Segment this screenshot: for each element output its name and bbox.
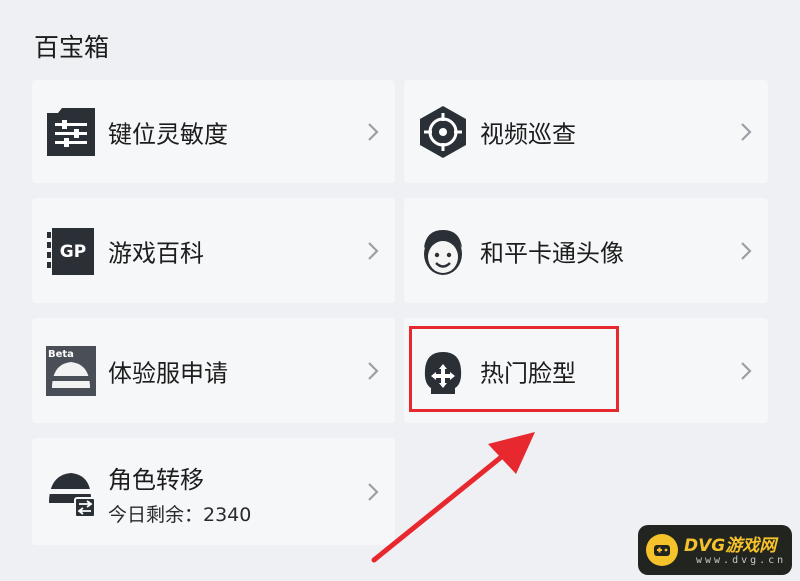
highlight-box — [409, 326, 619, 412]
watermark-url: www.dvg.cn — [696, 555, 787, 566]
item-cartoon-avatar[interactable]: 和平卡通头像 — [404, 198, 768, 303]
item-video-patrol[interactable]: 视频巡查 — [404, 80, 768, 183]
chevron-right-icon — [368, 241, 379, 260]
item-game-wiki[interactable]: GP 游戏百科 — [32, 198, 395, 303]
chevron-right-icon — [368, 361, 379, 380]
item-label: 游戏百科 — [108, 239, 204, 267]
chevron-right-icon — [741, 241, 752, 260]
sliders-icon — [47, 107, 95, 156]
chevron-right-icon — [741, 122, 752, 141]
crosshair-icon — [420, 105, 466, 158]
beta-helmet-icon: Beta — [46, 345, 96, 396]
item-label: 键位灵敏度 — [108, 120, 228, 148]
item-key-sensitivity[interactable]: 键位灵敏度 — [32, 80, 395, 183]
gamepad-icon — [646, 534, 678, 566]
chevron-right-icon — [368, 122, 379, 141]
cartoon-avatar-icon — [424, 229, 462, 275]
item-label: 和平卡通头像 — [480, 239, 624, 267]
section-title: 百宝箱 — [34, 33, 110, 62]
gp-book-icon: GP — [47, 227, 94, 275]
annotation-arrow — [371, 432, 535, 563]
helmet-transfer-icon — [49, 472, 96, 518]
svg-text:GP: GP — [60, 242, 86, 262]
item-beta-apply[interactable]: Beta 体验服申请 — [32, 318, 395, 423]
item-role-transfer[interactable]: 角色转移 今日剩余：2340 — [32, 438, 395, 545]
remaining-count: 今日剩余：2340 — [108, 504, 252, 526]
item-label: 体验服申请 — [108, 359, 228, 387]
watermark-logo: DVG游戏网 www.dvg.cn — [638, 525, 792, 575]
item-label: 视频巡查 — [480, 120, 576, 148]
chevron-right-icon — [741, 361, 752, 380]
watermark-text: DVG游戏网 — [684, 536, 777, 556]
item-label: 角色转移 — [108, 466, 204, 494]
svg-text:Beta: Beta — [48, 349, 74, 360]
